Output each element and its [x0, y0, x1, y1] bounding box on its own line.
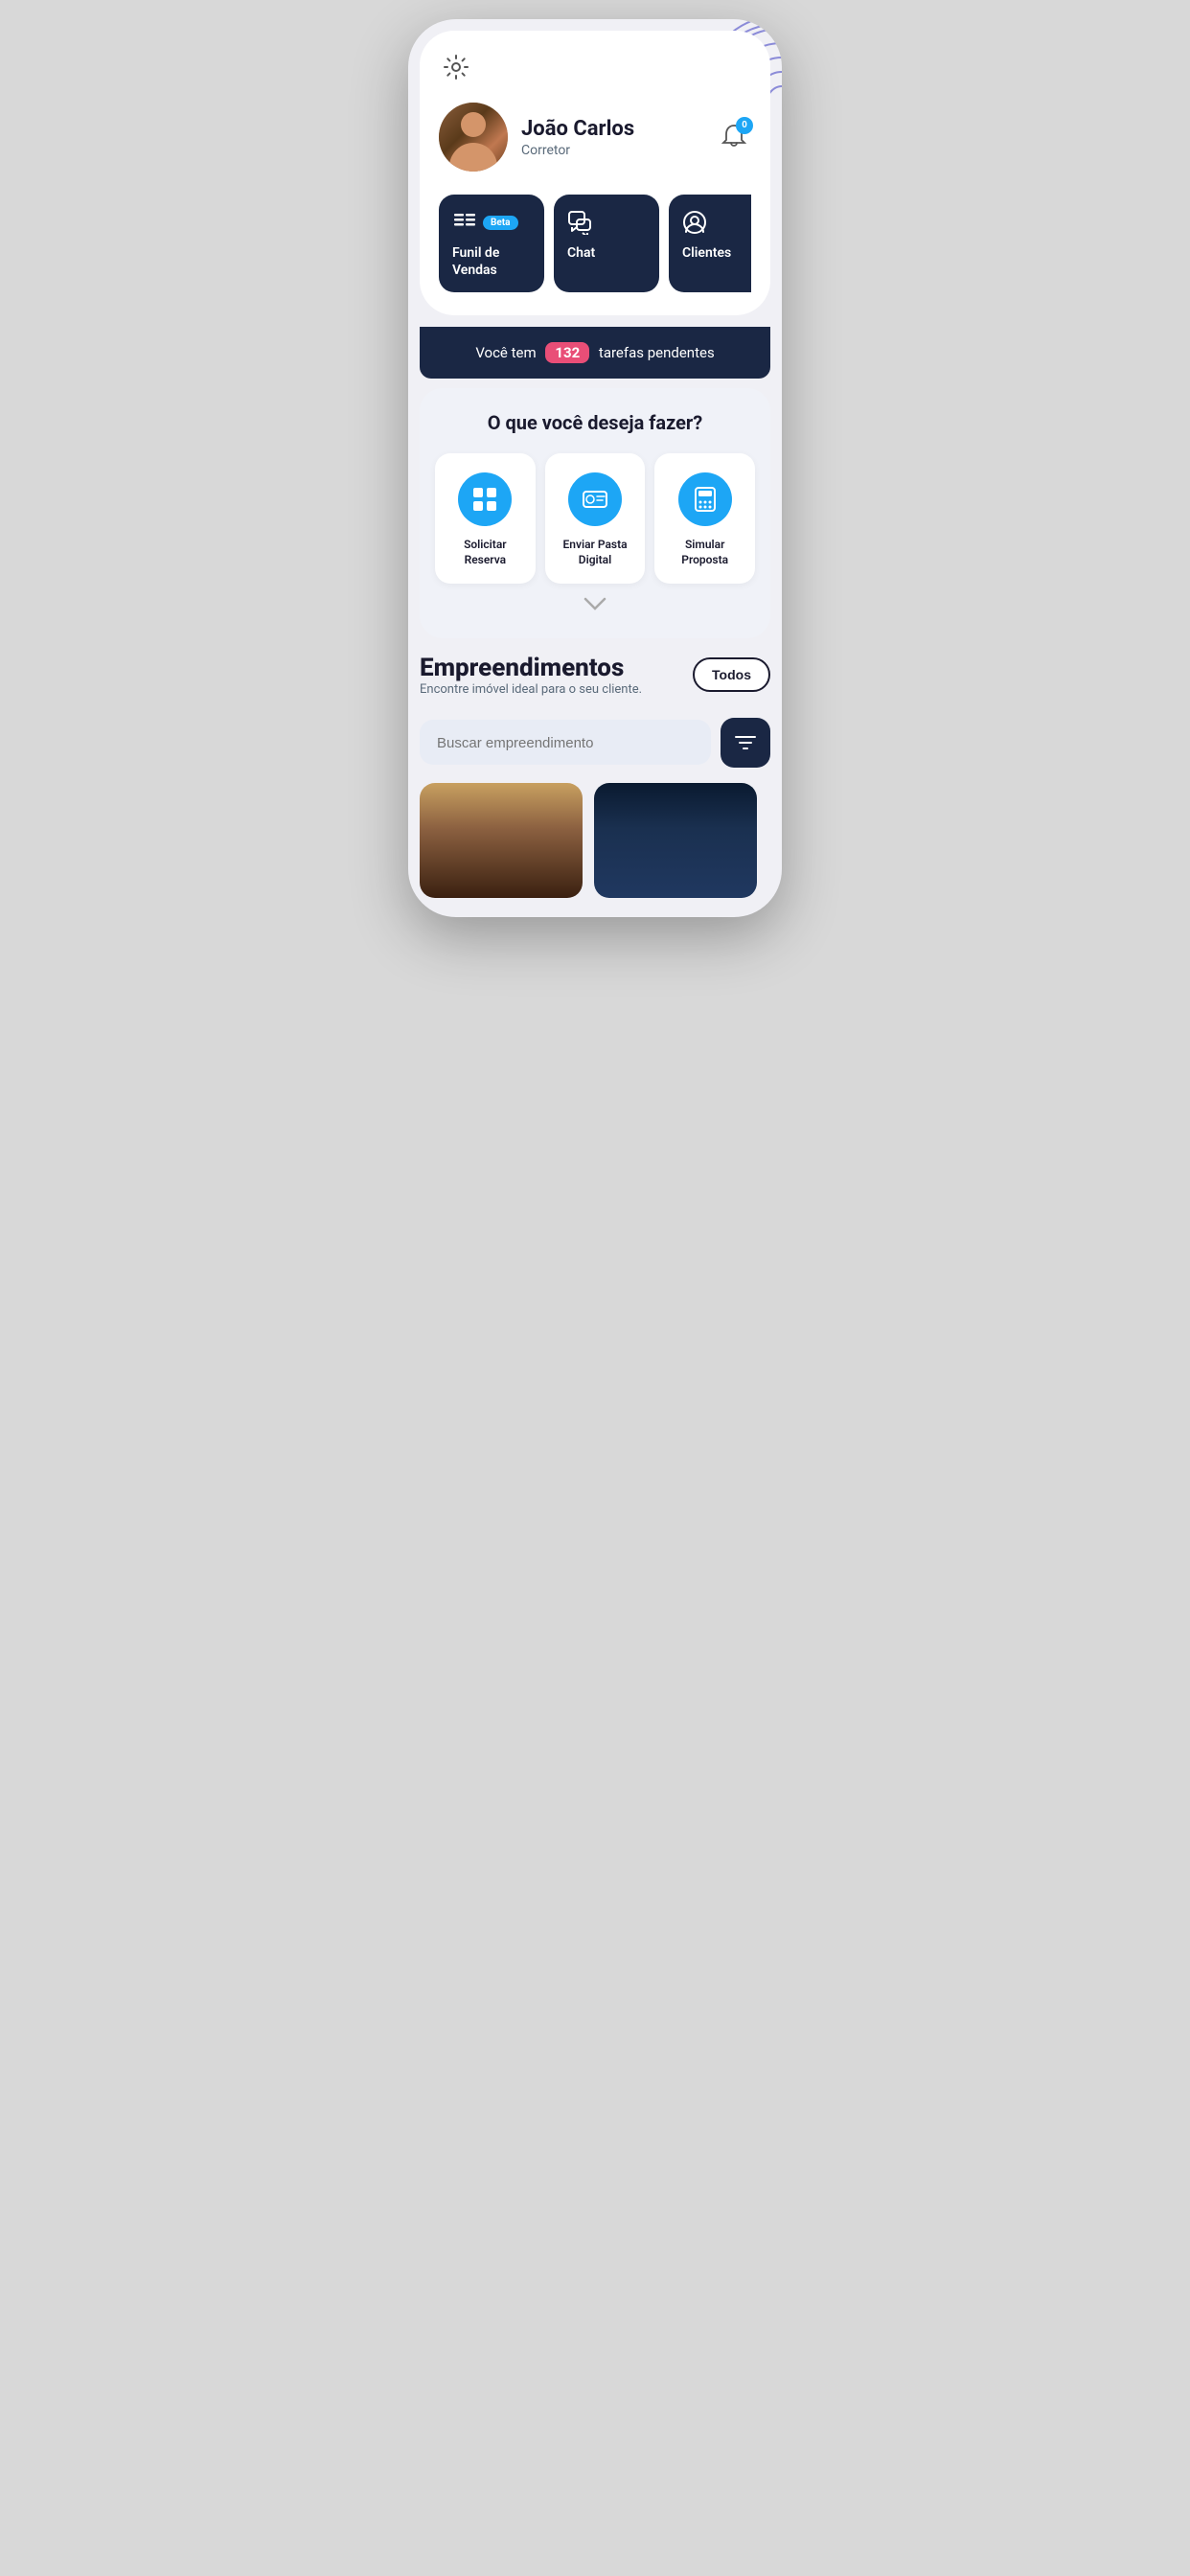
action-enviar-pasta[interactable]: Enviar Pasta Digital	[545, 453, 646, 583]
solicitar-reserva-label: Solicitar Reserva	[445, 538, 526, 567]
action-card-chat[interactable]: Chat	[554, 195, 659, 292]
notification-badge: 0	[736, 117, 753, 134]
search-row	[420, 718, 770, 768]
pending-bar: Você tem 132 tarefas pendentes	[420, 327, 770, 379]
list-icon	[452, 210, 477, 235]
profile-role: Corretor	[521, 143, 703, 158]
action-card-clientes[interactable]: Clientes	[669, 195, 751, 292]
pending-count: 132	[545, 342, 589, 363]
quick-actions-row: Beta Funil deVendas Chat	[439, 195, 751, 296]
simular-proposta-label: Simular Proposta	[664, 538, 745, 567]
empreendimentos-header: Empreendimentos Encontre imóvel ideal pa…	[420, 654, 770, 712]
search-input[interactable]	[437, 735, 694, 751]
profile-info: João Carlos Corretor	[521, 117, 703, 158]
action-card-funil[interactable]: Beta Funil deVendas	[439, 195, 544, 292]
search-input-wrap	[420, 720, 711, 765]
id-card-icon-circle	[568, 472, 622, 526]
clientes-label: Clientes	[682, 244, 731, 262]
calculator-icon	[692, 486, 719, 513]
filter-button[interactable]	[721, 718, 770, 768]
main-card: João Carlos Corretor 0	[420, 31, 770, 315]
empreendimentos-title: Empreendimentos	[420, 654, 642, 682]
profile-row: João Carlos Corretor 0	[439, 103, 751, 172]
grid-icon-circle	[458, 472, 512, 526]
settings-row	[439, 50, 751, 87]
chat-label: Chat	[567, 244, 595, 262]
chevron-down-area[interactable]	[435, 584, 755, 619]
gear-icon	[443, 54, 469, 80]
property-card-1[interactable]	[420, 783, 583, 898]
pending-prefix: Você tem	[475, 344, 536, 361]
action-simular-proposta[interactable]: Simular Proposta	[654, 453, 755, 583]
avatar	[439, 103, 508, 172]
enviar-pasta-label: Enviar Pasta Digital	[555, 538, 636, 567]
id-card-icon	[582, 486, 608, 513]
todos-button[interactable]: Todos	[693, 657, 770, 692]
pending-suffix: tarefas pendentes	[599, 344, 715, 361]
empreendimentos-section: Empreendimentos Encontre imóvel ideal pa…	[420, 654, 770, 917]
settings-button[interactable]	[439, 50, 473, 87]
clients-icon	[682, 210, 707, 235]
funil-label: Funil deVendas	[452, 244, 499, 279]
what-section: O que você deseja fazer? Solicitar Reser…	[420, 388, 770, 637]
grid-icon	[471, 486, 498, 513]
property-card-2[interactable]	[594, 783, 757, 898]
chevron-down-icon	[584, 597, 606, 610]
empreendimentos-subtitle: Encontre imóvel ideal para o seu cliente…	[420, 682, 642, 697]
calculator-icon-circle	[678, 472, 732, 526]
profile-name: João Carlos	[521, 117, 703, 141]
notification-button[interactable]: 0	[717, 119, 751, 156]
what-title: O que você deseja fazer?	[435, 411, 755, 434]
action-solicitar-reserva[interactable]: Solicitar Reserva	[435, 453, 536, 583]
chat-icon	[567, 210, 592, 235]
beta-badge: Beta	[483, 216, 518, 230]
property-cards	[420, 783, 770, 898]
what-actions: Solicitar Reserva Enviar Pasta Digital	[435, 453, 755, 583]
filter-icon	[735, 734, 756, 751]
